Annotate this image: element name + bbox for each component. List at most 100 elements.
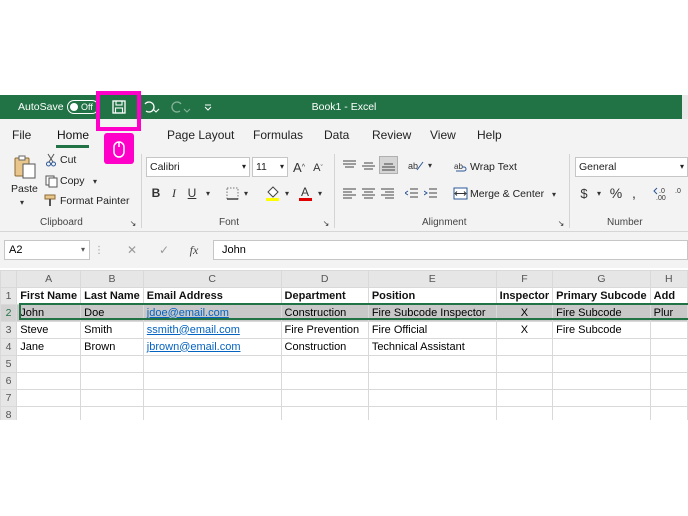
cell[interactable] bbox=[16, 372, 82, 390]
cell[interactable] bbox=[142, 389, 282, 407]
bold-button[interactable]: B bbox=[150, 186, 162, 200]
copy-icon[interactable] bbox=[44, 174, 58, 188]
tab-data[interactable]: Data bbox=[324, 128, 349, 142]
cell[interactable]: Fire Official bbox=[367, 321, 497, 339]
row-header[interactable]: 8 bbox=[0, 406, 18, 420]
align-left-icon[interactable] bbox=[342, 186, 357, 200]
underline-dropdown-icon[interactable]: ▾ bbox=[203, 188, 213, 198]
row-header[interactable]: 7 bbox=[0, 389, 18, 407]
cut-icon[interactable] bbox=[44, 153, 58, 167]
enter-entry-icon[interactable]: ✓ bbox=[156, 242, 172, 258]
cell[interactable]: Doe bbox=[80, 304, 144, 322]
cell[interactable] bbox=[16, 389, 82, 407]
increase-decimal-icon[interactable]: .0.00 bbox=[652, 184, 672, 202]
row-header[interactable]: 1 bbox=[0, 287, 18, 305]
tab-view[interactable]: View bbox=[430, 128, 456, 142]
font-size-dropdown-icon[interactable]: ▾ bbox=[280, 158, 284, 176]
cell[interactable] bbox=[495, 355, 554, 373]
row-header[interactable]: 3 bbox=[0, 321, 18, 339]
cell[interactable]: Steve bbox=[16, 321, 82, 339]
column-header-g[interactable]: G bbox=[552, 270, 651, 288]
font-name-dropdown-icon[interactable]: ▾ bbox=[242, 158, 246, 176]
cell[interactable] bbox=[142, 372, 282, 390]
cell[interactable] bbox=[552, 355, 651, 373]
cut-label[interactable]: Cut bbox=[60, 154, 76, 166]
name-box-dropdown-icon[interactable]: ▾ bbox=[81, 241, 85, 259]
cell[interactable] bbox=[80, 355, 144, 373]
cell[interactable] bbox=[649, 321, 688, 339]
cell[interactable]: Inspector bbox=[495, 287, 554, 305]
select-all-corner[interactable] bbox=[0, 270, 18, 288]
cell[interactable] bbox=[367, 406, 497, 420]
cell[interactable]: Fire Prevention bbox=[280, 321, 369, 339]
merge-center-label[interactable]: Merge & Center bbox=[470, 188, 544, 200]
copy-dropdown-icon[interactable]: ▾ bbox=[90, 176, 100, 186]
cell[interactable] bbox=[80, 389, 144, 407]
cancel-entry-icon[interactable]: ✕ bbox=[124, 242, 140, 258]
cell[interactable]: First Name bbox=[16, 287, 82, 305]
fill-color-dropdown-icon[interactable]: ▾ bbox=[282, 188, 292, 198]
cell[interactable]: Position bbox=[367, 287, 497, 305]
cell[interactable] bbox=[367, 389, 497, 407]
cell[interactable]: Construction bbox=[280, 338, 369, 356]
cell[interactable] bbox=[280, 389, 369, 407]
column-header-f[interactable]: F bbox=[495, 270, 554, 288]
font-size-box[interactable]: 11 ▾ bbox=[252, 157, 288, 177]
increase-indent-icon[interactable] bbox=[423, 186, 438, 200]
cell[interactable] bbox=[649, 338, 688, 356]
name-box[interactable]: A2 ▾ bbox=[4, 240, 90, 260]
formula-input[interactable]: John bbox=[213, 240, 688, 260]
font-launcher-icon[interactable]: ↘ bbox=[321, 218, 331, 228]
cell[interactable]: Email Address bbox=[142, 287, 282, 305]
font-color-icon[interactable]: A bbox=[297, 184, 313, 202]
cell[interactable] bbox=[16, 355, 82, 373]
align-middle-icon[interactable] bbox=[361, 158, 376, 172]
tab-help[interactable]: Help bbox=[477, 128, 502, 142]
paste-icon[interactable] bbox=[10, 154, 40, 180]
merge-center-dropdown-icon[interactable]: ▾ bbox=[549, 189, 559, 199]
cell[interactable] bbox=[142, 406, 282, 420]
cell[interactable]: Smith bbox=[80, 321, 144, 339]
tab-home[interactable]: Home bbox=[57, 128, 89, 142]
row-header[interactable]: 5 bbox=[0, 355, 18, 373]
cell-link[interactable]: ssmith@email.com bbox=[142, 321, 282, 339]
cell[interactable] bbox=[649, 406, 688, 420]
increase-font-size-icon[interactable]: A ^ bbox=[292, 159, 306, 175]
cell[interactable]: Add bbox=[649, 287, 688, 305]
wrap-text-label[interactable]: Wrap Text bbox=[470, 161, 517, 173]
cell[interactable] bbox=[280, 355, 369, 373]
row-header[interactable]: 2 bbox=[0, 304, 18, 322]
cell[interactable]: Technical Assistant bbox=[367, 338, 497, 356]
tab-review[interactable]: Review bbox=[372, 128, 411, 142]
italic-button[interactable]: I bbox=[168, 186, 180, 200]
cell[interactable] bbox=[142, 355, 282, 373]
cell[interactable]: Last Name bbox=[80, 287, 144, 305]
orientation-icon[interactable]: ab bbox=[408, 157, 424, 173]
alignment-launcher-icon[interactable]: ↘ bbox=[556, 218, 566, 228]
decrease-font-size-icon[interactable]: Aˇ bbox=[311, 160, 325, 176]
column-header-e[interactable]: E bbox=[367, 270, 497, 288]
cell-link[interactable]: jdoe@email.com bbox=[142, 304, 282, 322]
font-color-dropdown-icon[interactable]: ▾ bbox=[315, 188, 325, 198]
cell[interactable]: Primary Subcode bbox=[552, 287, 651, 305]
cell[interactable] bbox=[80, 372, 144, 390]
cell[interactable] bbox=[495, 389, 554, 407]
cell[interactable] bbox=[80, 406, 144, 420]
fill-color-icon[interactable] bbox=[264, 184, 280, 202]
merge-center-icon[interactable] bbox=[452, 186, 468, 200]
column-header-b[interactable]: B bbox=[80, 270, 144, 288]
percent-icon[interactable]: % bbox=[608, 185, 624, 201]
cell[interactable]: Fire Subcode bbox=[552, 304, 651, 322]
cell[interactable] bbox=[495, 338, 554, 356]
align-center-icon[interactable] bbox=[361, 186, 376, 200]
cell[interactable]: Jane bbox=[16, 338, 82, 356]
tab-formulas[interactable]: Formulas bbox=[253, 128, 303, 142]
currency-dropdown-icon[interactable]: ▾ bbox=[594, 188, 604, 198]
cell-link[interactable]: jbrown@email.com bbox=[142, 338, 282, 356]
column-header-a[interactable]: A bbox=[16, 270, 82, 288]
font-name-box[interactable]: Calibri ▾ bbox=[146, 157, 250, 177]
column-header-d[interactable]: D bbox=[280, 270, 369, 288]
clipboard-launcher-icon[interactable]: ↘ bbox=[128, 218, 138, 228]
borders-icon[interactable] bbox=[224, 186, 240, 200]
number-format-box[interactable]: General ▾ bbox=[575, 157, 688, 177]
